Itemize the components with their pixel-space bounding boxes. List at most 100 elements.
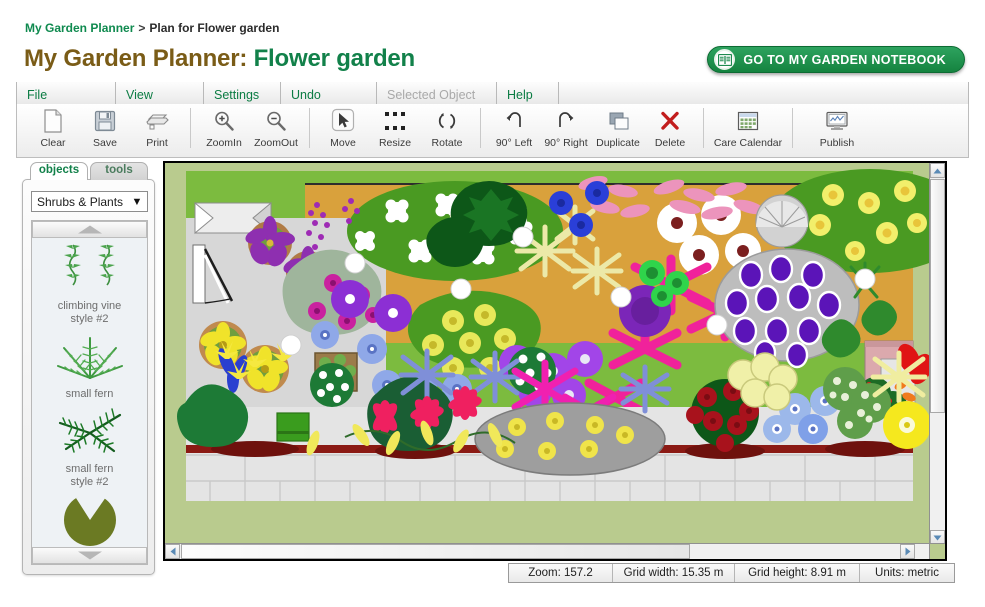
rotate-button[interactable]: Rotate (421, 104, 473, 154)
garden-plan-view[interactable] (165, 163, 931, 545)
menu-item-help[interactable]: Help (497, 82, 559, 104)
red-x-icon (659, 108, 681, 134)
menu-item-undo[interactable]: Undo (281, 82, 377, 104)
triangle-down-icon (77, 551, 102, 560)
toolbar-divider (480, 108, 481, 148)
list-item-label: small fern (65, 388, 114, 400)
category-dropdown[interactable]: Shrubs & Plants ▼ (31, 191, 148, 212)
rotate-90-right-button[interactable]: 90° Right (540, 104, 592, 154)
save-button[interactable]: Save (79, 104, 131, 154)
list-item[interactable]: climbing vine style #2 (32, 238, 147, 326)
toolbar-group-calendar: Care Calendar (711, 104, 785, 156)
publish-button[interactable]: Publish (800, 104, 874, 154)
zoom-in-button[interactable]: ZoomIn (198, 104, 250, 154)
toolbar-group-transform: Move Resize Rotate (317, 104, 473, 156)
rotate-90-left-label: 90° Left (495, 137, 533, 149)
triangle-right-icon (905, 547, 910, 556)
scroll-up-button[interactable] (930, 163, 945, 178)
tab-objects-label: objects (38, 164, 80, 176)
triangle-left-icon (170, 547, 175, 556)
vertical-scroll-thumb[interactable] (930, 179, 945, 413)
category-selected-value: Shrubs & Plants (37, 194, 124, 209)
floppy-disk-icon (94, 108, 116, 134)
toolbar-divider (703, 108, 704, 148)
rotate-90-left-button[interactable]: 90° Left (488, 104, 540, 154)
resize-button[interactable]: Resize (369, 104, 421, 154)
magnifier-minus-icon (265, 108, 287, 134)
menu-label-view: View (126, 87, 153, 102)
object-list-scroll-down-button[interactable] (32, 547, 147, 564)
toolbar-group-publish: Publish (800, 104, 874, 156)
print-button[interactable]: Print (131, 104, 183, 154)
tab-objects[interactable]: objects (30, 162, 88, 180)
tab-tools-label: tools (105, 164, 133, 176)
menu-item-settings[interactable]: Settings (204, 82, 281, 104)
list-item[interactable]: small fern style #2 (32, 401, 147, 489)
breadcrumb-root-link[interactable]: My Garden Planner (25, 21, 134, 35)
horizontal-scroll-thumb[interactable] (181, 544, 690, 559)
delete-label: Delete (654, 137, 686, 149)
scroll-right-button[interactable] (900, 544, 915, 559)
book-icon (714, 49, 736, 70)
object-list-scroll-up-button[interactable] (32, 221, 147, 238)
toolbar-divider (792, 108, 793, 148)
resize-handles-icon (384, 108, 406, 134)
menu-label-selected-object: Selected Object (387, 87, 476, 102)
publish-label: Publish (819, 137, 855, 149)
chevron-down-icon: ▼ (131, 195, 143, 208)
garden-plan-drawing (165, 163, 931, 545)
care-calendar-label: Care Calendar (713, 137, 783, 149)
menu-label-settings: Settings (214, 87, 260, 102)
toolbar-group-zoom: ZoomIn ZoomOut (198, 104, 302, 156)
objects-panel: Shrubs & Plants ▼ climbing vine style #2… (22, 179, 155, 575)
garden-canvas[interactable] (163, 161, 947, 561)
rotate-90-right-label: 90° Right (544, 137, 588, 149)
list-item[interactable]: small fern (32, 326, 147, 401)
menu-item-file[interactable]: File (16, 82, 116, 104)
garden-planner-window: My Garden Planner > Plan for Flower garden… (0, 0, 985, 607)
status-grid-width: Grid width: 15.35 m (613, 564, 735, 582)
duplicate-button[interactable]: Duplicate (592, 104, 644, 154)
printer-icon (145, 108, 169, 134)
toolbar-group-file: Clear Save Print (27, 104, 183, 156)
zoom-in-label: ZoomIn (206, 137, 242, 149)
cursor-arrow-icon (330, 108, 356, 134)
delete-button[interactable]: Delete (644, 104, 696, 154)
rotate-arrows-icon (436, 108, 458, 134)
menu-item-selected-object: Selected Object (377, 82, 497, 104)
care-calendar-button[interactable]: Care Calendar (711, 104, 785, 154)
status-grid-height: Grid height: 8.91 m (735, 564, 860, 582)
breadcrumb-current: Plan for Flower garden (149, 21, 280, 35)
sidebar-tabs: objects tools (30, 162, 148, 180)
zoom-out-label: ZoomOut (254, 137, 298, 149)
climbing-vine-thumb (47, 238, 133, 300)
tab-tools[interactable]: tools (90, 162, 148, 180)
small-fern-2-thumb (44, 401, 136, 463)
clear-button[interactable]: Clear (27, 104, 79, 154)
breadcrumb: My Garden Planner > Plan for Flower garden (25, 21, 279, 35)
triangle-down-icon (933, 535, 942, 540)
page-icon (43, 108, 63, 134)
object-list-scroller: climbing vine style #2 small fern small … (31, 220, 148, 565)
breadcrumb-separator: > (138, 21, 146, 35)
toolbar: Clear Save Print ZoomIn ZoomOut Move Res… (16, 104, 969, 158)
list-item-label: climbing vine style #2 (57, 300, 122, 325)
go-to-garden-notebook-button[interactable]: GO TO MY GARDEN NOTEBOOK (707, 46, 965, 73)
triangle-up-icon (77, 225, 102, 234)
status-bar: Zoom: 157.2 Grid width: 15.35 m Grid hei… (508, 563, 955, 583)
page-title-prefix: My Garden Planner: (24, 45, 248, 72)
page-title: My Garden Planner: Flower garden (24, 45, 415, 73)
magnifier-plus-icon (213, 108, 235, 134)
clear-label: Clear (40, 137, 66, 149)
menu-item-view[interactable]: View (116, 82, 204, 104)
page-title-garden-name: Flower garden (253, 45, 416, 72)
toolbar-divider (309, 108, 310, 148)
menu-label-file: File (27, 87, 48, 102)
canvas-horizontal-scrollbar[interactable] (165, 543, 931, 559)
status-zoom: Zoom: 157.2 (509, 564, 613, 582)
list-item-label: small fern style #2 (65, 463, 114, 488)
canvas-vertical-scrollbar[interactable] (929, 163, 945, 545)
move-button[interactable]: Move (317, 104, 369, 154)
scroll-left-button[interactable] (165, 544, 180, 559)
zoom-out-button[interactable]: ZoomOut (250, 104, 302, 154)
